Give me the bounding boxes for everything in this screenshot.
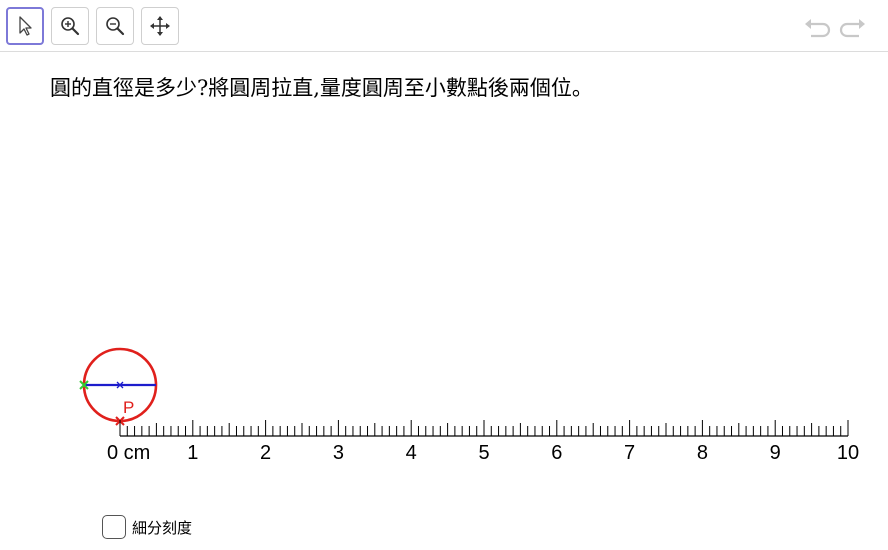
ruler-label: 2: [260, 442, 271, 464]
ruler-label: 7: [624, 442, 635, 464]
ruler-label: 0 cm: [107, 442, 150, 464]
point-p-label: P: [123, 398, 134, 417]
fine-scale-checkbox[interactable]: [102, 515, 126, 539]
ruler-label: 4: [406, 442, 417, 464]
graphics-view[interactable]: P 0 cm 1 2 3 4 5 6 7 8 9 10: [0, 0, 888, 550]
ruler-label: 3: [333, 442, 344, 464]
ruler: 0 cm 1 2 3 4 5 6 7 8 9 10: [107, 420, 859, 464]
ruler-label: 10: [837, 442, 859, 464]
ruler-label: 8: [697, 442, 708, 464]
ruler-label: 5: [478, 442, 489, 464]
fine-scale-option[interactable]: 細分刻度: [102, 515, 192, 539]
fine-scale-label: 細分刻度: [132, 518, 193, 537]
ruler-label: 1: [187, 442, 198, 464]
ruler-label: 6: [551, 442, 562, 464]
ruler-label: 9: [770, 442, 781, 464]
